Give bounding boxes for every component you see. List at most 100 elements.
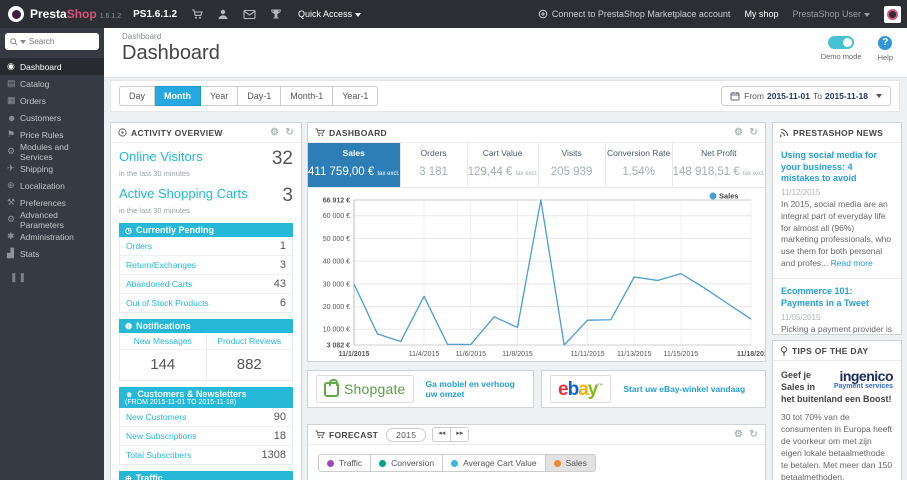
tip-body: 30 tot 70% van de consumenten in Europa … bbox=[781, 412, 893, 480]
online-visitors-label[interactable]: Online Visitors bbox=[119, 149, 203, 164]
sidebar-item-shipping[interactable]: ✈ Shipping bbox=[0, 160, 104, 177]
sidebar-item-modules[interactable]: ⚙ Modules and Services bbox=[0, 142, 104, 162]
legend-toggle-sales[interactable]: Sales bbox=[545, 454, 596, 472]
sidebar-item-advanced-parameters[interactable]: ⚙ Advanced Parameters bbox=[0, 210, 104, 230]
panel-settings-gear-icon[interactable]: ⚙ bbox=[734, 429, 743, 440]
range-button-month[interactable]: Month bbox=[155, 86, 202, 106]
sidebar-item-price-rules[interactable]: ⚑ Price Rules bbox=[0, 126, 104, 143]
panel-title: FORECAST bbox=[329, 429, 379, 440]
ebay-logo: ebay™ bbox=[550, 375, 612, 403]
range-button-day-1[interactable]: Day-1 bbox=[238, 86, 282, 106]
range-button-month-1[interactable]: Month-1 bbox=[281, 86, 334, 106]
customers-link[interactable]: New Subscriptions bbox=[126, 431, 196, 441]
kpi-net-profit[interactable]: Net Profit 148 918,51 € tax excl. bbox=[673, 143, 765, 187]
sidebar-item-dashboard[interactable]: ◉ Dashboard bbox=[0, 58, 104, 75]
person-icon: ☻ bbox=[125, 390, 134, 399]
svg-text:10 000 €: 10 000 € bbox=[323, 327, 350, 334]
currently-pending-header: ◷ Currently Pending bbox=[119, 223, 293, 237]
range-button-year-1[interactable]: Year-1 bbox=[333, 86, 379, 106]
sidebar-item-preferences[interactable]: ⚒ Preferences bbox=[0, 194, 104, 211]
sidebar-collapse-icon[interactable]: ❚❚ bbox=[10, 272, 104, 283]
forecast-cart-icon bbox=[315, 430, 325, 439]
kpi-sales[interactable]: Sales 411 759,00 € tax excl. bbox=[308, 143, 401, 187]
messages-icon[interactable] bbox=[243, 9, 256, 20]
range-button-year[interactable]: Year bbox=[201, 86, 239, 106]
shopgate-promo-link[interactable]: Ga mobiel en verhoog uw omzet bbox=[426, 379, 525, 399]
activity-overview-panel: ACTIVITY OVERVIEW ⚙ ↻ Online Visitors 32… bbox=[110, 122, 302, 480]
kpi-conversion-rate[interactable]: Conversion Rate 1.54% bbox=[606, 143, 673, 187]
customers-topbar-icon[interactable] bbox=[217, 8, 229, 20]
quick-access-menu[interactable]: Quick Access bbox=[298, 9, 362, 19]
localization-icon: ⊕ bbox=[7, 180, 15, 190]
traffic-header: ⊕Traffic (FROM 2015-11-01 TO 2015-11-18) bbox=[119, 471, 293, 480]
dashboard-cart-icon bbox=[315, 128, 325, 137]
user-menu[interactable]: PrestaShop User bbox=[792, 9, 870, 19]
shop-name: PS1.6.1.2 bbox=[133, 8, 178, 20]
panel-settings-gear-icon[interactable]: ⚙ bbox=[270, 127, 279, 138]
kpi-visits[interactable]: Visits 205 939 bbox=[539, 143, 606, 187]
new-messages-link[interactable]: New Messages bbox=[120, 333, 206, 350]
online-visitors-value: 32 bbox=[271, 148, 293, 169]
traffic-dot-icon bbox=[327, 459, 334, 467]
panel-refresh-icon[interactable]: ↻ bbox=[749, 429, 758, 440]
ebay-module-card: ebay™ Start uw eBay-winkel vandaag bbox=[541, 370, 766, 408]
forecast-prev-button[interactable]: ◂◂ bbox=[432, 427, 451, 442]
toggle-on-icon[interactable] bbox=[828, 36, 855, 49]
forecast-year-selector[interactable]: 2015 bbox=[386, 427, 427, 442]
panel-refresh-icon[interactable]: ↻ bbox=[749, 127, 758, 138]
help-button[interactable]: ? Help bbox=[878, 36, 893, 62]
tips-of-the-day-panel: TIPS OF THE DAY ingenico Payment service… bbox=[772, 340, 902, 480]
panel-settings-gear-icon[interactable]: ⚙ bbox=[734, 127, 743, 138]
cart-icon[interactable] bbox=[191, 8, 203, 20]
brand-name: PrestaShop bbox=[30, 7, 97, 21]
chevron-down-icon bbox=[864, 12, 870, 17]
help-icon[interactable]: ? bbox=[878, 36, 893, 50]
kpi-orders[interactable]: Orders 3 181 bbox=[401, 143, 468, 187]
sidebar-search[interactable] bbox=[5, 33, 99, 50]
svg-text:11/13/2015: 11/13/2015 bbox=[617, 351, 652, 358]
kpi-cart-value[interactable]: Cart Value 129,44 € tax excl. bbox=[468, 143, 539, 187]
clock-icon: ◷ bbox=[125, 226, 132, 235]
customers-link[interactable]: New Customers bbox=[126, 412, 186, 422]
news-article-title-link[interactable]: Ecommerce 101: Payments in a Tweet bbox=[781, 286, 893, 309]
news-article-title-link[interactable]: Using social media for your business: 4 … bbox=[781, 150, 893, 185]
svg-text:11/1/2015: 11/1/2015 bbox=[339, 351, 370, 358]
product-reviews-link[interactable]: Product Reviews bbox=[206, 333, 292, 350]
svg-text:11/11/2015: 11/11/2015 bbox=[571, 351, 605, 358]
news-article-date: 11/05/2015 bbox=[781, 312, 821, 322]
legend-toggle-conversion[interactable]: Conversion bbox=[371, 454, 444, 472]
my-shop-link[interactable]: My shop bbox=[744, 9, 778, 19]
range-button-day[interactable]: Day bbox=[119, 86, 156, 106]
globe-icon: ⊕ bbox=[125, 474, 132, 480]
pending-link[interactable]: Abandoned Carts bbox=[126, 279, 192, 289]
sidebar-item-administration[interactable]: ✱ Administration bbox=[0, 228, 104, 245]
panel-refresh-icon[interactable]: ↻ bbox=[285, 127, 294, 138]
trophy-icon[interactable] bbox=[270, 8, 282, 20]
forecast-next-button[interactable]: ▸▸ bbox=[450, 427, 470, 442]
sidebar-item-orders[interactable]: ▦ Orders bbox=[0, 92, 104, 109]
pending-link[interactable]: Out of Stock Products bbox=[126, 298, 209, 308]
customers-newsletters-header: ☻ Customers & Newsletters (FROM 2015-11-0… bbox=[119, 387, 293, 408]
legend-toggle-average-cart-value[interactable]: Average Cart Value bbox=[443, 454, 546, 472]
version-label: 1.6.1.2 bbox=[99, 12, 122, 20]
date-range-picker[interactable]: From 2015-11-01 To 2015-11-18 bbox=[721, 86, 891, 106]
svg-text:11/8/2015: 11/8/2015 bbox=[502, 351, 533, 358]
sidebar-item-localization[interactable]: ⊕ Localization bbox=[0, 177, 104, 194]
marketplace-connect-link[interactable]: Connect to PrestaShop Marketplace accoun… bbox=[538, 9, 730, 19]
pending-link[interactable]: Orders bbox=[126, 241, 152, 251]
search-input[interactable] bbox=[29, 37, 94, 46]
active-carts-value: 3 bbox=[282, 185, 293, 206]
legend-toggle-traffic[interactable]: Traffic bbox=[318, 454, 372, 472]
read-more-link[interactable]: Read more bbox=[831, 258, 873, 268]
pending-link[interactable]: Return/Exchanges bbox=[126, 260, 196, 270]
sidebar-item-stats[interactable]: ▟ Stats bbox=[0, 245, 104, 262]
catalog-icon: ▤ bbox=[7, 78, 16, 88]
search-scope-caret-icon[interactable] bbox=[20, 39, 26, 44]
user-avatar[interactable] bbox=[884, 5, 901, 23]
ebay-promo-link[interactable]: Start uw eBay-winkel vandaag bbox=[623, 384, 745, 394]
sidebar-item-catalog[interactable]: ▤ Catalog bbox=[0, 75, 104, 92]
customers-link[interactable]: Total Subscribers bbox=[126, 450, 191, 460]
demo-mode-toggle[interactable]: Demo mode bbox=[821, 36, 862, 61]
active-carts-label[interactable]: Active Shopping Carts bbox=[119, 186, 248, 201]
sidebar-item-customers[interactable]: ☻ Customers bbox=[0, 109, 104, 126]
